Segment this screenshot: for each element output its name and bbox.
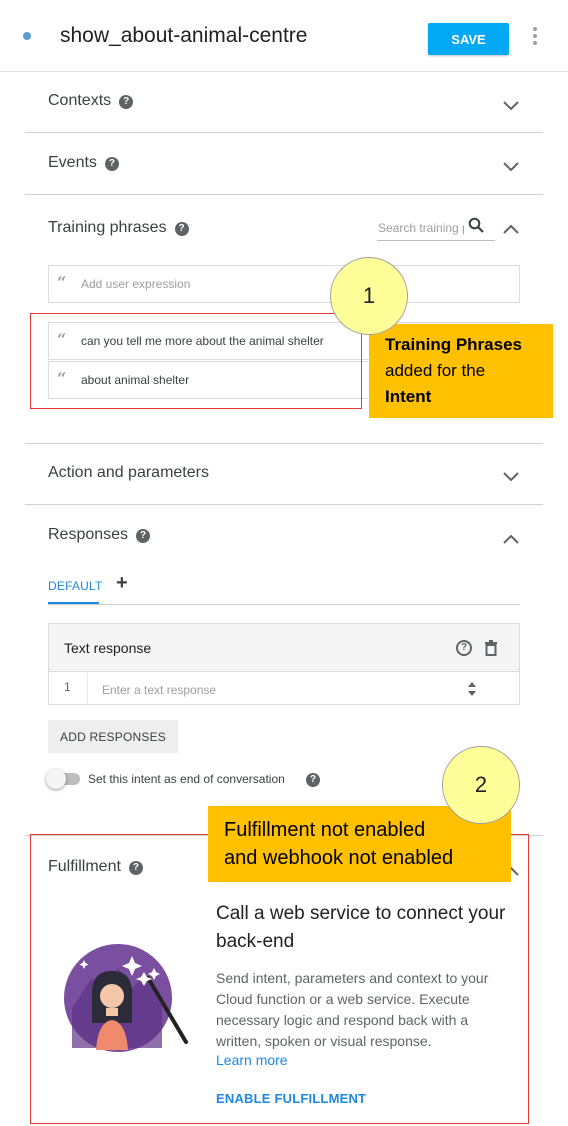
save-button[interactable]: SAVE [428,23,509,55]
training-search-input[interactable]: Search training phrases [378,221,464,235]
help-icon[interactable]: ? [174,222,189,236]
callout-2-line-2: and webhook not enabled [224,847,454,869]
training-phrases-highlight-box [30,313,362,409]
quote-icon: “ [57,273,66,292]
header-divider [0,71,568,72]
add-user-expression-field[interactable]: “ Add user expression [48,265,520,303]
section-action-parameters[interactable]: Action and parameters [48,464,209,482]
help-icon[interactable]: ? [306,773,320,787]
section-contexts[interactable]: Contexts? [48,92,134,110]
callout-number-1: 1 [330,257,408,335]
chevron-down-icon[interactable] [503,472,519,482]
reorder-stepper-icon[interactable] [465,680,479,698]
tabs-divider [48,604,520,605]
chevron-down-icon[interactable] [503,101,519,111]
callout-1-line-1: Training Phrases [385,335,522,354]
text-response-input[interactable]: Enter a text response [102,683,216,697]
section-events-label: Events [48,154,97,171]
section-divider [25,194,543,195]
section-contexts-label: Contexts [48,92,112,109]
toggle-knob[interactable] [46,769,66,789]
section-divider [25,132,543,133]
add-responses-button[interactable]: ADD RESPONSES [48,720,178,753]
callout-1-line-2: added for the [385,361,486,380]
end-conversation-label: Set this intent as end of conversation [88,772,285,786]
add-tab-button[interactable]: + [116,572,128,595]
help-icon-wrap[interactable]: ? [306,770,320,788]
section-divider [25,504,543,505]
text-response-title: Text response [64,640,152,656]
help-icon[interactable]: ? [136,529,151,543]
help-icon[interactable]: ? [104,157,119,171]
section-responses[interactable]: Responses? [48,526,151,544]
section-training-phrases[interactable]: Training phrases? [48,219,189,237]
intent-status-dot [23,32,31,40]
more-options-icon[interactable] [531,27,539,47]
callout-number-2: 2 [442,746,520,824]
callout-label-1: Training Phrases added for the Intent [369,324,553,418]
chevron-up-icon[interactable] [503,534,519,544]
chevron-up-icon[interactable] [503,224,519,234]
response-row-number: 1 [64,680,71,694]
section-events[interactable]: Events? [48,154,119,172]
section-divider [25,443,543,444]
chevron-down-icon[interactable] [503,162,519,172]
help-icon[interactable]: ? [456,640,472,656]
section-responses-label: Responses [48,526,129,543]
row-divider [87,673,88,704]
help-icon[interactable]: ? [119,95,134,109]
callout-1-line-3: Intent [385,387,432,406]
tab-default[interactable]: DEFAULT [48,579,103,593]
search-icon[interactable] [468,217,484,233]
add-user-expression-input[interactable]: Add user expression [81,277,190,291]
section-action-parameters-label: Action and parameters [48,464,209,481]
intent-name[interactable]: show_about-animal-centre [60,24,307,48]
trash-icon[interactable] [484,640,498,656]
section-training-phrases-label: Training phrases [48,219,167,236]
